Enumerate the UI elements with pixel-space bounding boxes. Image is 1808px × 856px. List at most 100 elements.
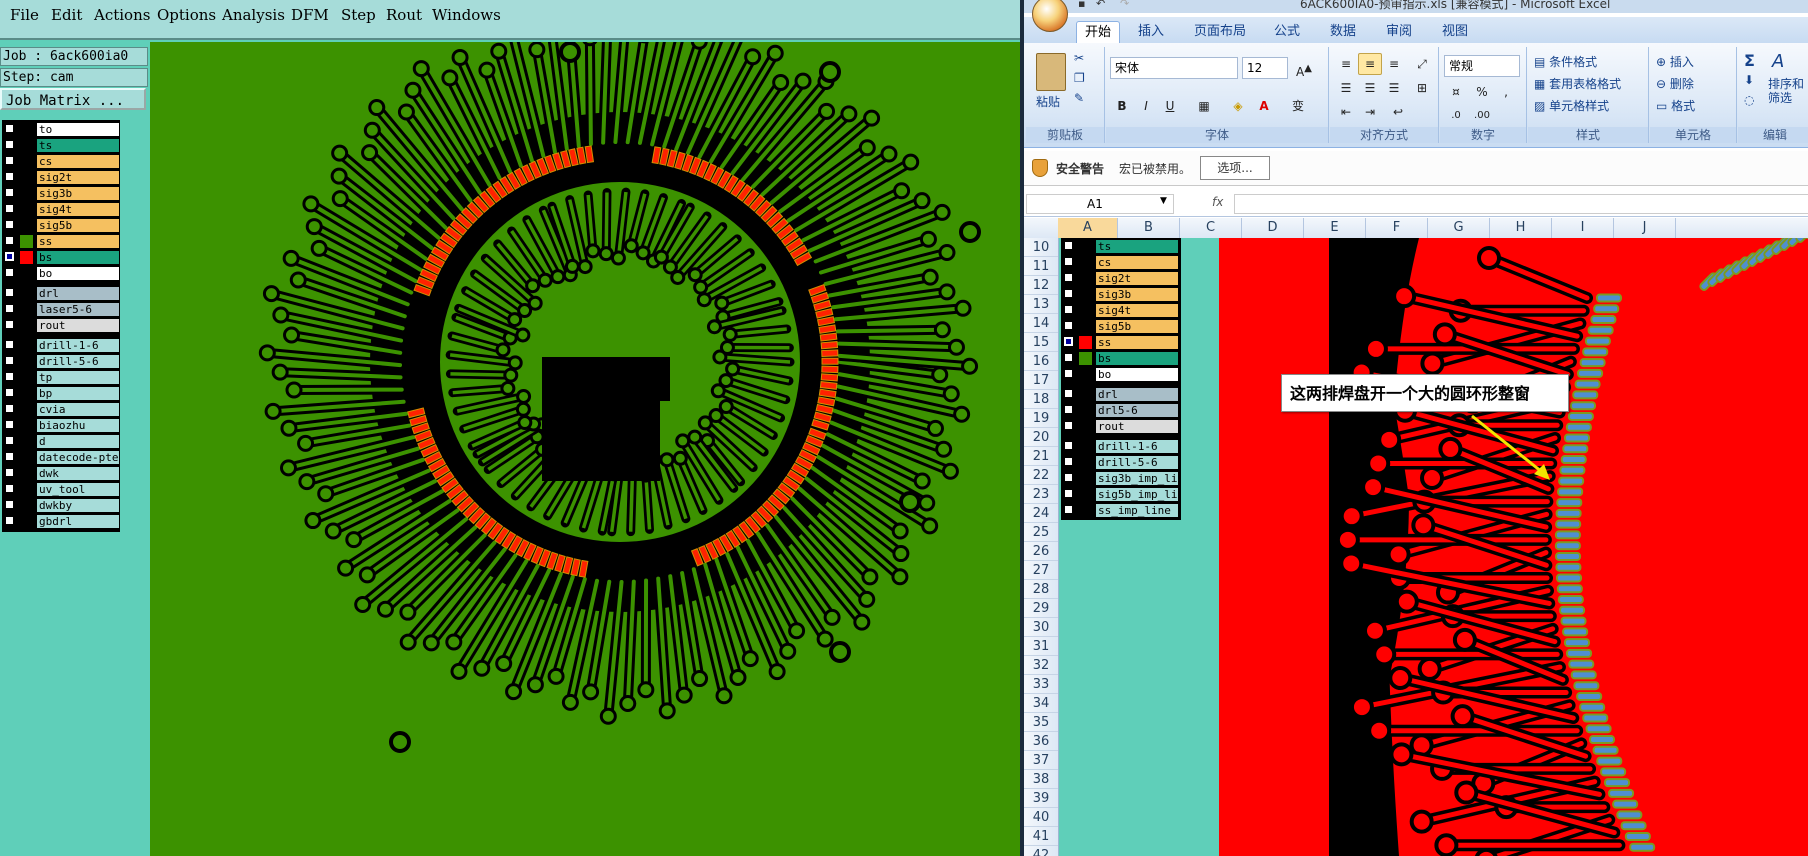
number-format-select[interactable]: 常规 [1444, 55, 1520, 77]
security-options-button[interactable]: 选项... [1200, 156, 1270, 180]
layer-color-swatch[interactable] [20, 483, 33, 496]
layer-row-biaozhu[interactable]: biaozhu [2, 418, 120, 433]
job-matrix-button[interactable]: Job Matrix ... [0, 88, 146, 110]
copy-icon[interactable]: ❐ [1074, 71, 1085, 85]
tab-insert[interactable]: 插入 [1130, 21, 1172, 42]
layer-name[interactable]: sig5b [37, 219, 119, 232]
row-header-27[interactable]: 27 [1024, 561, 1058, 580]
embedded-layer-row-bs[interactable]: bs [1061, 351, 1181, 366]
layer-checkbox[interactable] [5, 484, 14, 493]
layer-row-sig3b[interactable]: sig3b [2, 186, 120, 201]
layer-color-swatch[interactable] [1079, 404, 1092, 417]
layer-color-swatch[interactable] [1079, 440, 1092, 453]
layer-row-sig4t[interactable]: sig4t [2, 202, 120, 217]
embedded-layer-row-ss_imp_line[interactable]: ss_imp_line [1061, 503, 1181, 518]
tab-data[interactable]: 数据 [1322, 21, 1364, 42]
layer-color-swatch[interactable] [20, 435, 33, 448]
menu-dfm[interactable]: DFM [291, 6, 329, 24]
layer-color-swatch[interactable] [1079, 320, 1092, 333]
row-header-31[interactable]: 31 [1024, 637, 1058, 656]
layer-name[interactable]: sig3b_imp_li [1096, 472, 1178, 485]
currency-icon[interactable]: ¤ [1444, 81, 1468, 103]
layer-checkbox[interactable] [5, 140, 14, 149]
row-header-21[interactable]: 21 [1024, 447, 1058, 466]
layer-name[interactable]: rout [37, 319, 119, 332]
layer-checkbox[interactable] [5, 468, 14, 477]
layer-color-swatch[interactable] [20, 155, 33, 168]
align-middle-icon[interactable]: ≡ [1358, 53, 1382, 75]
layer-checkbox[interactable] [5, 188, 14, 197]
layer-name[interactable]: cvia [37, 403, 119, 416]
layer-checkbox[interactable] [5, 252, 14, 261]
layer-color-swatch[interactable] [20, 355, 33, 368]
row-header-37[interactable]: 37 [1024, 751, 1058, 770]
layer-row-cvia[interactable]: cvia [2, 402, 120, 417]
layer-name[interactable]: sig3b [1096, 288, 1178, 301]
layer-color-swatch[interactable] [20, 287, 33, 300]
tab-view[interactable]: 视图 [1434, 21, 1476, 42]
layer-color-swatch[interactable] [20, 123, 33, 136]
bold-icon[interactable]: B [1110, 95, 1134, 117]
embedded-layer-row-ss[interactable]: ss [1061, 335, 1181, 350]
layer-name[interactable]: laser5-6 [37, 303, 119, 316]
row-header-33[interactable]: 33 [1024, 675, 1058, 694]
layer-name[interactable]: drill-5-6 [37, 355, 119, 368]
row-header-40[interactable]: 40 [1024, 808, 1058, 827]
layer-color-swatch[interactable] [20, 251, 33, 264]
layer-checkbox[interactable] [5, 356, 14, 365]
cell-styles-button[interactable]: ▨ 单元格样式 [1534, 97, 1609, 114]
layer-name[interactable]: sig2t [1096, 272, 1178, 285]
embedded-layer-row-drl5-6[interactable]: drl5-6 [1061, 403, 1181, 418]
row-header-13[interactable]: 13 [1024, 295, 1058, 314]
layer-row-drl[interactable]: drl [2, 286, 120, 301]
layer-name[interactable]: bo [37, 267, 119, 280]
layer-name[interactable]: drl5-6 [1096, 404, 1178, 417]
layer-row-to[interactable]: to [2, 122, 120, 137]
layer-color-swatch[interactable] [20, 515, 33, 528]
layer-checkbox[interactable] [1064, 241, 1073, 250]
embedded-layer-row-rout[interactable]: rout [1061, 419, 1181, 434]
menu-edit[interactable]: Edit [51, 6, 82, 24]
layer-name[interactable]: bs [1096, 352, 1178, 365]
embedded-layer-row-sig5b_imp_li[interactable]: sig5b_imp_li [1061, 487, 1181, 502]
decrease-indent-icon[interactable]: ⇤ [1334, 101, 1358, 123]
layer-checkbox[interactable] [5, 320, 14, 329]
layer-checkbox[interactable] [5, 420, 14, 429]
name-box-dropdown-icon[interactable]: ▼ [1160, 196, 1167, 206]
row-header-42[interactable]: 42 [1024, 846, 1058, 856]
layer-row-rout[interactable]: rout [2, 318, 120, 333]
row-header-14[interactable]: 14 [1024, 314, 1058, 333]
column-header-F[interactable]: F [1366, 218, 1428, 238]
layer-color-swatch[interactable] [1079, 388, 1092, 401]
layer-checkbox[interactable] [5, 288, 14, 297]
layer-checkbox[interactable] [1064, 473, 1073, 482]
row-header-34[interactable]: 34 [1024, 694, 1058, 713]
layer-row-dwk[interactable]: dwk [2, 466, 120, 481]
embedded-layer-row-cs[interactable]: cs [1061, 255, 1181, 270]
layer-color-swatch[interactable] [1079, 240, 1092, 253]
row-header-41[interactable]: 41 [1024, 827, 1058, 846]
tab-page-layout[interactable]: 页面布局 [1186, 21, 1254, 42]
layer-row-laser5-6[interactable]: laser5-6 [2, 302, 120, 317]
layer-checkbox[interactable] [1064, 421, 1073, 430]
layer-color-swatch[interactable] [1079, 368, 1092, 381]
format-as-table-button[interactable]: ▦ 套用表格格式 [1534, 75, 1621, 92]
layer-checkbox[interactable] [5, 452, 14, 461]
layer-name[interactable]: sig4t [1096, 304, 1178, 317]
column-header-A[interactable]: A [1058, 218, 1118, 238]
layer-name[interactable]: to [37, 123, 119, 136]
column-header-E[interactable]: E [1304, 218, 1366, 238]
row-header-20[interactable]: 20 [1024, 428, 1058, 447]
layer-row-ts[interactable]: ts [2, 138, 120, 153]
row-header-29[interactable]: 29 [1024, 599, 1058, 618]
layer-checkbox[interactable] [1064, 457, 1073, 466]
menu-actions[interactable]: Actions [94, 6, 150, 24]
column-header-J[interactable]: J [1614, 218, 1676, 238]
format-cells-button[interactable]: ▭ 格式 [1656, 97, 1695, 114]
layer-name[interactable]: dwkby [37, 499, 119, 512]
menu-windows[interactable]: Windows [432, 6, 501, 24]
layer-color-swatch[interactable] [20, 467, 33, 480]
align-left-icon[interactable]: ☰ [1334, 77, 1358, 99]
layer-color-swatch[interactable] [20, 451, 33, 464]
merge-cells-icon[interactable]: ⊞ [1410, 77, 1434, 99]
